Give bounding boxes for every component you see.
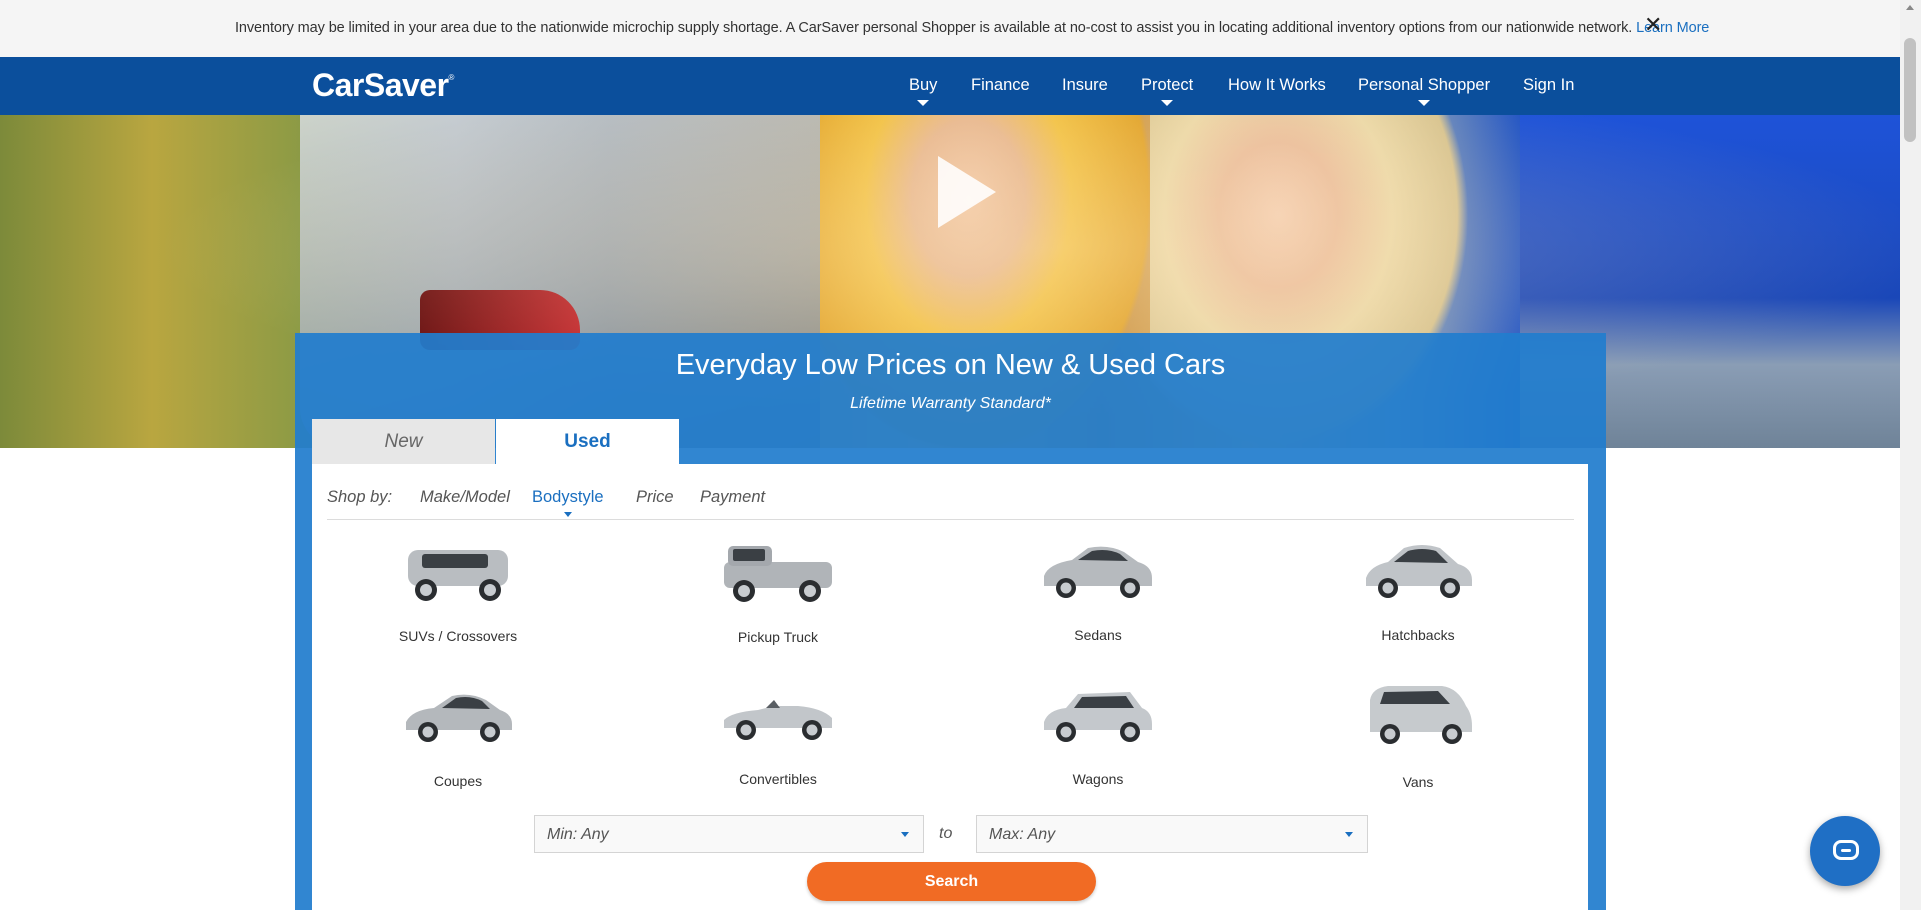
carsaver-logo[interactable]: CarSaver® [312, 67, 454, 104]
shop-by-payment[interactable]: Payment [700, 488, 765, 507]
bodystyle-label: Sedans [1074, 627, 1122, 643]
nav-item-protect[interactable]: Protect [1141, 76, 1194, 106]
nav-item-label: How It Works [1228, 76, 1326, 94]
nav-item-label: Protect [1141, 76, 1194, 94]
nav-item-finance[interactable]: Finance [971, 76, 1030, 95]
suv-icon [408, 550, 508, 601]
bodystyle-suv-crossover[interactable]: SUVs / Crossovers [348, 526, 568, 656]
min-price-select[interactable]: Min: Any [534, 815, 924, 853]
chevron-down-icon [1418, 100, 1431, 106]
bodystyle-vans[interactable]: Vans [1308, 670, 1528, 800]
van-icon [1370, 686, 1472, 744]
tab-used[interactable]: Used [496, 419, 679, 467]
bodystyle-label: Vans [1402, 774, 1434, 790]
nav-item-how-it-works[interactable]: How It Works [1228, 76, 1326, 95]
inventory-notice-bar: Inventory may be limited in your area du… [0, 0, 1900, 57]
wagon-icon [1044, 692, 1152, 742]
bodystyle-coupes[interactable]: Coupes [348, 670, 568, 800]
min-price-value: Min: Any [547, 826, 609, 843]
shop-by-bodystyle-label: Bodystyle [532, 488, 604, 506]
play-icon[interactable] [938, 156, 996, 228]
main-navbar: CarSaver® Buy Finance Insure Protect How… [0, 57, 1900, 115]
shop-by-bodystyle[interactable]: Bodystyle [532, 488, 604, 517]
search-button[interactable]: Search [807, 862, 1096, 901]
hatchback-icon [1366, 545, 1472, 598]
chat-icon [1833, 840, 1859, 860]
bodystyle-sedans[interactable]: Sedans [988, 526, 1208, 656]
nav-item-insure[interactable]: Insure [1062, 76, 1108, 95]
bodystyle-label: Hatchbacks [1381, 627, 1455, 643]
convertible-icon [724, 700, 832, 740]
nav-item-sign-in[interactable]: Sign In [1523, 76, 1574, 95]
chevron-down-icon [1345, 832, 1353, 837]
bodystyle-convertibles[interactable]: Convertibles [668, 670, 888, 800]
chat-button[interactable] [1810, 816, 1880, 886]
tab-new[interactable]: New [312, 419, 495, 464]
chevron-down-icon [1161, 100, 1174, 106]
scrollbar-thumb[interactable] [1904, 38, 1916, 142]
notice-message: Inventory may be limited in your area du… [235, 20, 1637, 36]
bodystyle-label: Convertibles [739, 771, 817, 787]
sedan-icon [1044, 546, 1152, 598]
chevron-down-icon [901, 832, 909, 837]
nav-item-personal-shopper[interactable]: Personal Shopper [1358, 76, 1491, 106]
nav-item-buy[interactable]: Buy [909, 76, 938, 106]
scroll-up-icon[interactable] [1906, 5, 1914, 10]
range-to-label: to [939, 825, 953, 842]
bodystyle-pickup-truck[interactable]: Pickup Truck [668, 526, 888, 656]
nav-item-label: Personal Shopper [1358, 76, 1491, 94]
shop-by-make-model[interactable]: Make/Model [420, 488, 510, 507]
nav-item-label: Buy [909, 76, 938, 94]
page-subheadline: Lifetime Warranty Standard* [850, 395, 1051, 412]
bodystyle-label: SUVs / Crossovers [398, 628, 518, 644]
bodystyle-label: Coupes [433, 773, 483, 789]
close-icon[interactable]: ✕ [1644, 14, 1662, 36]
nav-item-label: Finance [971, 76, 1030, 94]
bodystyle-label: Wagons [1072, 771, 1124, 787]
shop-by-price[interactable]: Price [636, 488, 674, 507]
bodystyle-hatchbacks[interactable]: Hatchbacks [1308, 526, 1528, 656]
logo-mark: ® [448, 73, 455, 82]
shop-by-label: Shop by: [327, 488, 393, 506]
chevron-down-icon [917, 100, 930, 106]
nav-item-label: Sign In [1523, 76, 1575, 94]
page-headline: Everyday Low Prices on New & Used Cars [675, 349, 1226, 381]
inventory-notice-text: Inventory may be limited in your area du… [235, 20, 1709, 36]
bodystyle-label: Pickup Truck [737, 629, 819, 645]
bodystyle-wagons[interactable]: Wagons [988, 670, 1208, 800]
active-indicator-icon [563, 512, 572, 517]
shop-card: Shop by: Make/Model Bodystyle Price Paym… [312, 464, 1588, 910]
max-price-value: Max: Any [989, 826, 1056, 843]
shop-by-divider [327, 519, 1574, 520]
logo-text: CarSaver [312, 67, 449, 103]
pickup-truck-icon [724, 546, 832, 602]
page-scrollbar[interactable] [1900, 0, 1921, 910]
coupe-icon [406, 694, 512, 742]
nav-item-label: Insure [1062, 76, 1108, 94]
max-price-select[interactable]: Max: Any [976, 815, 1368, 853]
search-panel: Everyday Low Prices on New & Used Cars L… [295, 333, 1606, 910]
